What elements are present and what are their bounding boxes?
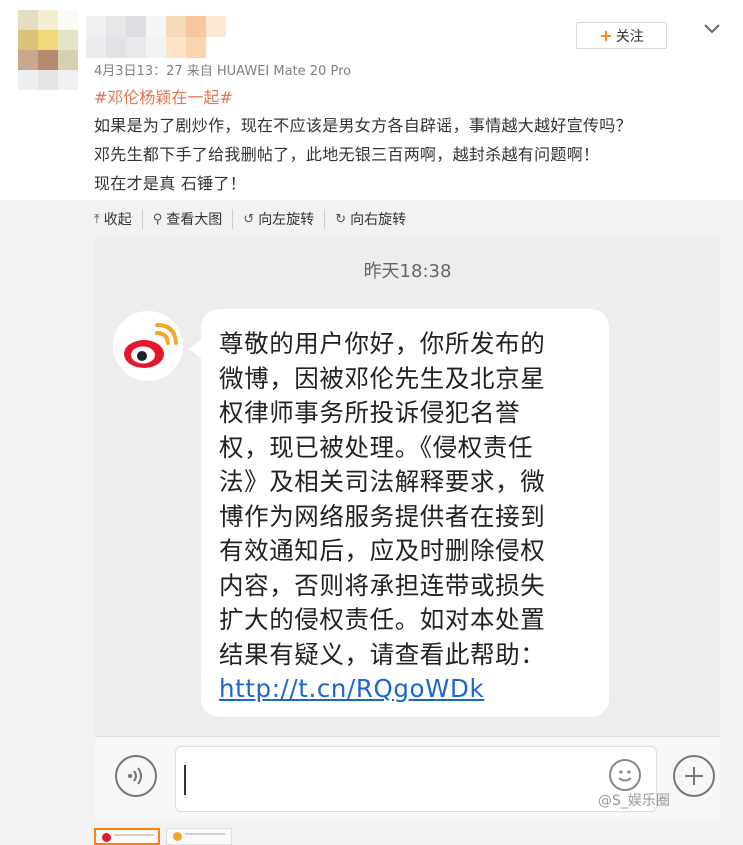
message-line: 结果有疑义，请查看此帮助： bbox=[219, 639, 546, 669]
plus-icon: + bbox=[599, 26, 613, 45]
message-line: 权律师事务所投诉侵犯名誉 bbox=[219, 398, 521, 427]
post-text-line: 邓先生都下手了给我删帖了，此地无银三百两啊，越封杀越有问题啊！ bbox=[94, 145, 600, 164]
message-time: 昨天18:38 bbox=[363, 261, 452, 282]
message-line: 权，现已被处理。《侵权责任 bbox=[219, 432, 534, 462]
thumbnail-1[interactable] bbox=[94, 828, 160, 845]
message-line: 有效通知后，应及时删除侵权 bbox=[219, 536, 546, 565]
message-line: 内容，否则将承担连带或损失 bbox=[219, 570, 546, 600]
thumbnail-2[interactable] bbox=[166, 828, 232, 845]
emoji-icon[interactable] bbox=[609, 759, 641, 791]
collapse-label: 收起 bbox=[103, 212, 132, 228]
post-header: + 关注 4月3日13：27 来自 HUAWEI Mate 20 Pro #邓伦… bbox=[0, 0, 743, 200]
post-text-line: 如果是为了剧炒作，现在不应该是男女方各自辟谣，事情越大越好宣传吗？ bbox=[94, 116, 632, 135]
message-bubble: 尊敬的用户你好，你所发布的 微博，因被邓伦先生及北京星 权律师事务所投诉侵犯名誉… bbox=[189, 309, 609, 717]
view-large-button[interactable]: ⚲ 查看大图 bbox=[141, 209, 233, 229]
follow-label: 关注 bbox=[615, 28, 644, 45]
collapse-icon: ⤒ bbox=[94, 211, 100, 227]
text-caret bbox=[184, 765, 186, 795]
voice-icon[interactable] bbox=[115, 755, 157, 797]
rotate-left-label: 向左旋转 bbox=[258, 212, 315, 228]
rotate-left-icon: ↺ bbox=[243, 211, 255, 227]
media-toolbar: ⤒ 收起 ⚲ 查看大图 ↺ 向左旋转 ↻ 向右旋转 bbox=[94, 208, 416, 230]
weibo-logo-icon bbox=[113, 311, 183, 381]
add-attachment-icon[interactable] bbox=[673, 755, 715, 797]
rotate-right-icon: ↻ bbox=[335, 211, 347, 227]
message-line: 尊敬的用户你好，你所发布的 bbox=[219, 329, 546, 358]
rotate-right-label: 向右旋转 bbox=[350, 212, 407, 228]
message-line: 法》及相关司法解释要求，微 bbox=[219, 467, 546, 496]
rotate-left-button[interactable]: ↺ 向左旋转 bbox=[232, 209, 324, 229]
follow-button[interactable]: + 关注 bbox=[576, 22, 667, 49]
username-blurred[interactable] bbox=[86, 16, 246, 58]
view-large-label: 查看大图 bbox=[166, 212, 223, 228]
hashtag-link[interactable]: #邓伦杨颖在一起# bbox=[94, 84, 233, 108]
help-link[interactable]: http://t.cn/RQgoWDk bbox=[219, 672, 591, 707]
message-line: 微博，因被邓伦先生及北京星 bbox=[219, 363, 546, 393]
post-meta[interactable]: 4月3日13：27 来自 HUAWEI Mate 20 Pro bbox=[94, 60, 351, 79]
chevron-down-icon[interactable] bbox=[700, 18, 724, 40]
message-line: 扩大的侵权责任。如对本处置 bbox=[219, 605, 546, 634]
watermark: @S_娱乐圈 bbox=[598, 793, 670, 809]
avatar[interactable] bbox=[18, 10, 78, 90]
media-panel: ⤒ 收起 ⚲ 查看大图 ↺ 向左旋转 ↻ 向右旋转 昨天18:38 尊敬的用户你… bbox=[0, 200, 743, 845]
search-icon: ⚲ bbox=[152, 211, 163, 227]
rotate-right-button[interactable]: ↻ 向右旋转 bbox=[324, 209, 416, 229]
collapse-button[interactable]: ⤒ 收起 bbox=[94, 209, 142, 229]
thumbnail-strip bbox=[94, 828, 232, 845]
message-input[interactable] bbox=[175, 746, 657, 812]
attached-screenshot[interactable]: 昨天18:38 尊敬的用户你好，你所发布的 微博，因被邓伦先生及北京星 权律师事… bbox=[95, 239, 720, 819]
message-line: 博作为网络服务提供者在接到 bbox=[219, 501, 546, 531]
post-text-line: 现在才是真 石锤了！ bbox=[94, 174, 247, 193]
